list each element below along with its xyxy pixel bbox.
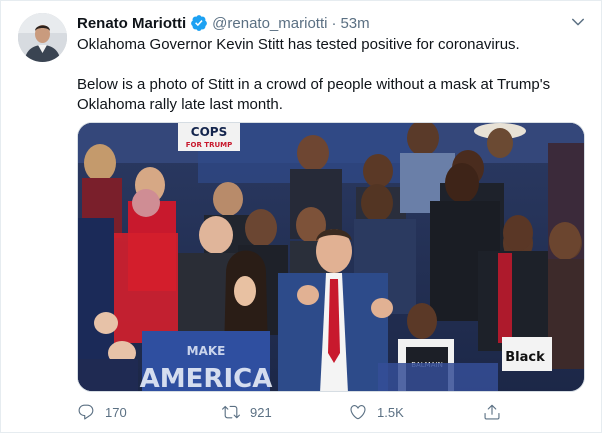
heart-icon [350, 405, 366, 420]
tweet-photo[interactable]: COPS FOR TRUMP Black MAKE AMERICA [77, 122, 585, 392]
avatar[interactable] [18, 13, 67, 62]
share-button[interactable] [483, 399, 511, 425]
reply-count: 170 [105, 404, 127, 420]
tweet-card[interactable]: Renato Mariotti @renato_mariotti · 53m O… [0, 0, 602, 433]
author-name[interactable]: Renato Mariotti [77, 15, 186, 32]
reply-button[interactable]: 170 [77, 399, 127, 425]
black-sign: Black [502, 337, 552, 371]
sign-text: Black [505, 350, 545, 365]
sign-text: COPS [191, 125, 227, 139]
sign-text: AMERICA [140, 364, 273, 392]
tweet-text-paragraph: Below is a photo of Stitt in a crowd of … [77, 76, 551, 113]
author-handle[interactable]: @renato_mariotti [212, 15, 327, 32]
tweet-header: Renato Mariotti @renato_mariotti · 53m [77, 12, 370, 34]
chevron-down-icon[interactable] [569, 13, 587, 31]
tweet-text: Oklahoma Governor Kevin Stitt has tested… [77, 35, 589, 115]
cops-for-trump-sign: COPS FOR TRUMP [178, 123, 240, 151]
reply-icon [78, 404, 94, 420]
sign-text: MAKE [187, 344, 226, 358]
sign-text: FOR TRUMP [186, 141, 233, 149]
verified-badge-icon [190, 14, 208, 32]
make-america-sign: MAKE AMERICA [140, 331, 273, 392]
rally-crowd-photo: COPS FOR TRUMP Black MAKE AMERICA [78, 123, 584, 392]
share-icon [484, 404, 500, 420]
header-separator: · [331, 14, 337, 32]
retweet-icon [222, 405, 240, 419]
like-button[interactable]: 1.5K [349, 399, 404, 425]
tweet-text-paragraph: Oklahoma Governor Kevin Stitt has tested… [77, 36, 520, 53]
retweet-button[interactable]: 921 [222, 399, 272, 425]
like-count: 1.5K [377, 404, 404, 420]
retweet-count: 921 [250, 404, 272, 420]
tweet-timestamp[interactable]: 53m [340, 15, 369, 32]
avatar-photo [18, 13, 67, 62]
tweet-actions: 170 921 1.5K [77, 399, 507, 425]
